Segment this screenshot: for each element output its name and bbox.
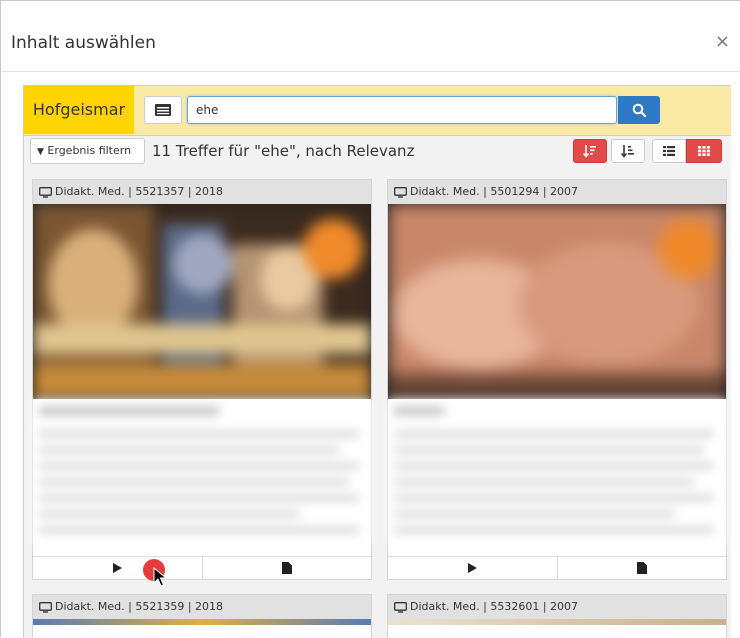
sort-by-relevance-button[interactable] [573,139,607,163]
list-toggle-button[interactable] [144,96,182,124]
card-header-label: Didakt. Med. | 5501294 | 2007 [410,185,579,198]
card-description-blurred [33,399,371,544]
card-header-label: Didakt. Med. | 5521357 | 2018 [55,185,224,198]
media-thumbnail[interactable] [388,204,726,399]
play-button[interactable] [33,557,202,579]
play-icon [467,563,477,573]
list-view-button[interactable] [652,139,686,163]
card-header: Didakt. Med. | 5521359 | 2018 [33,595,371,619]
filter-icon: ▼ [37,147,44,157]
monitor-icon [394,601,407,613]
document-button[interactable] [201,557,372,579]
grid-view-button[interactable] [686,139,722,163]
media-thumbnail[interactable] [388,619,726,625]
list-icon [155,104,171,116]
media-card[interactable]: Didakt. Med. | 5521359 | 2018 [32,594,372,638]
filter-results-button[interactable]: ▼ Ergebnis filtern [30,138,145,164]
result-summary: 11 Treffer für "ehe", nach Relevanz [152,142,415,160]
play-icon [112,563,122,573]
card-description-blurred [388,399,726,544]
sort-relevance-icon [583,145,596,158]
document-button[interactable] [556,557,727,579]
list-view-icon [663,146,675,156]
document-icon [636,562,647,574]
card-header-label: Didakt. Med. | 5532601 | 2007 [410,600,579,613]
mouse-cursor-icon [153,567,167,587]
card-header: Didakt. Med. | 5501294 | 2007 [388,180,726,204]
monitor-icon [39,601,52,613]
search-input[interactable] [187,96,617,124]
modal-title: Inhalt auswählen [11,33,156,53]
media-card[interactable]: Didakt. Med. | 5501294 | 2007 [387,179,727,580]
search-bar: Hofgeismar [24,86,731,136]
card-header: Didakt. Med. | 5532601 | 2007 [388,595,726,619]
card-header: Didakt. Med. | 5521357 | 2018 [33,180,371,204]
media-card[interactable]: Didakt. Med. | 5532601 | 2007 [387,594,727,638]
sort-date-icon [621,145,634,158]
media-thumbnail[interactable] [33,619,371,625]
monitor-icon [394,186,407,198]
close-button[interactable]: × [715,31,730,52]
document-icon [281,562,292,574]
library-brand: Hofgeismar [24,86,134,134]
card-actions [388,556,726,579]
modal-header: Inhalt auswählen × [1,1,740,72]
card-header-label: Didakt. Med. | 5521359 | 2018 [55,600,224,613]
filter-label: Ergebnis filtern [47,144,132,157]
search-button[interactable] [618,96,660,124]
media-thumbnail[interactable] [33,204,371,399]
sort-by-date-button[interactable] [611,139,645,163]
content-selection-modal: Inhalt auswählen × Hofgeismar ehe ▼ Erge… [0,0,740,638]
card-actions [33,556,371,579]
grid-view-icon [698,146,710,156]
search-panel: Hofgeismar ▼ Ergebnis filtern [23,85,731,638]
media-card[interactable]: Didakt. Med. | 5521357 | 2018 [32,179,372,580]
results-toolbar: ▼ Ergebnis filtern 11 Treffer für "ehe",… [24,136,731,172]
search-icon [632,103,646,117]
play-button[interactable] [388,557,557,579]
monitor-icon [39,186,52,198]
